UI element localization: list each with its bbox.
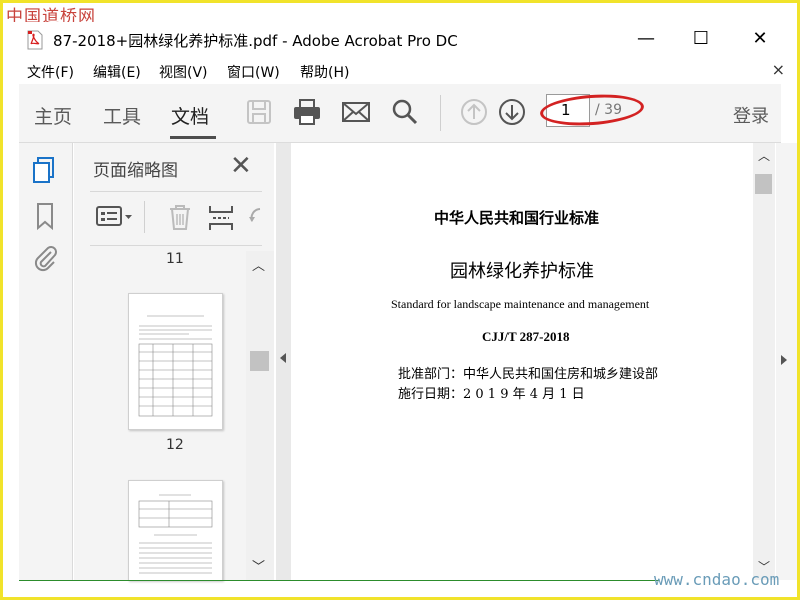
doc-effective-date: 施行日期：2 0 1 9 年 4 月 1 日 xyxy=(398,387,585,402)
main-toolbar: 主页 工具 文档 1 / 39 登录 xyxy=(19,84,781,143)
bookmark-icon[interactable] xyxy=(31,201,59,231)
panel-title: 页面缩略图 xyxy=(93,161,178,181)
page-up-icon[interactable] xyxy=(458,96,490,128)
tab-document[interactable]: 文档 xyxy=(171,102,209,129)
menu-file[interactable]: 文件(F) xyxy=(27,62,74,82)
doc-title: 园林绿化养护标准 xyxy=(450,261,594,282)
print-icon[interactable] xyxy=(291,96,323,128)
menu-help[interactable]: 帮助(H) xyxy=(300,62,349,82)
scroll-up-arrow-icon[interactable]: ︿ xyxy=(252,255,265,274)
thumbnail-scrollbar[interactable]: ︿ ﹀ xyxy=(246,251,274,580)
doc-english-title: Standard for landscape maintenance and m… xyxy=(391,297,650,311)
page-down-icon[interactable] xyxy=(496,96,528,128)
panel-collapse-bar[interactable] xyxy=(276,143,291,580)
close-window-button[interactable]: ✕ xyxy=(746,28,774,50)
thumbnail-page-13[interactable] xyxy=(128,480,223,581)
menu-window[interactable]: 窗口(W) xyxy=(227,62,280,82)
minimize-button[interactable]: — xyxy=(632,28,660,50)
title-bar: 87-2018+园林绿化养护标准.pdf - Adobe Acrobat Pro… xyxy=(3,22,797,58)
thumbnail-label-12: 12 xyxy=(166,437,184,453)
menu-edit[interactable]: 编辑(E) xyxy=(93,62,141,82)
right-pane-toggle[interactable] xyxy=(776,143,797,580)
menu-bar: 文件(F) 编辑(E) 视图(V) 窗口(W) 帮助(H) × xyxy=(3,58,797,84)
thumbnail-page-13-content xyxy=(138,494,213,574)
menu-view[interactable]: 视图(V) xyxy=(159,62,208,82)
close-document-button[interactable]: × xyxy=(772,60,785,79)
thumbnail-scroll-thumb[interactable] xyxy=(250,351,269,371)
collapse-left-icon[interactable] xyxy=(280,353,286,363)
doc-header: 中华人民共和国行业标准 xyxy=(434,209,600,227)
attachment-icon[interactable] xyxy=(31,243,59,273)
toolbar-separator xyxy=(440,95,441,131)
login-button[interactable]: 登录 xyxy=(733,102,769,128)
page-insert-icon[interactable] xyxy=(207,203,235,233)
document-scroll-thumb[interactable] xyxy=(755,174,772,194)
panel-divider-top xyxy=(90,191,262,192)
thumbnail-panel: 页面缩略图 ✕ 11 12 ︿ ﹀ xyxy=(74,143,274,581)
window-title: 87-2018+园林绿化养护标准.pdf - Adobe Acrobat Pro… xyxy=(53,32,458,50)
rotate-icon[interactable] xyxy=(246,203,262,233)
panel-toolbar-separator xyxy=(144,201,145,233)
thumbnail-page-12[interactable] xyxy=(128,293,223,430)
expand-right-pane-icon[interactable] xyxy=(781,355,787,365)
search-icon[interactable] xyxy=(389,96,421,128)
doc-standard-code: CJJ/T 287-2018 xyxy=(482,329,570,344)
active-tab-indicator xyxy=(170,136,216,139)
maximize-button[interactable]: ☐ xyxy=(687,28,715,50)
page-thumbnails-icon[interactable] xyxy=(31,155,59,185)
save-icon[interactable] xyxy=(243,96,275,128)
document-scrollbar[interactable]: ︿ ﹀ xyxy=(753,143,775,580)
panel-divider-bottom xyxy=(90,245,262,246)
watermark-bottom: www.cndao.com xyxy=(654,570,780,589)
doc-approval-department: 批准部门：中华人民共和国住房和城乡建设部 xyxy=(398,367,659,382)
left-navigation-rail xyxy=(19,143,73,580)
panel-close-button[interactable]: ✕ xyxy=(230,151,252,181)
options-menu-icon[interactable] xyxy=(96,203,134,231)
pdf-file-icon xyxy=(27,30,43,50)
tab-home[interactable]: 主页 xyxy=(34,102,72,129)
tab-tools[interactable]: 工具 xyxy=(103,102,141,129)
thumbnail-label-11: 11 xyxy=(166,251,184,267)
delete-icon[interactable] xyxy=(166,203,194,233)
email-icon[interactable] xyxy=(340,96,372,128)
doc-scroll-up-icon[interactable]: ︿ xyxy=(758,147,770,164)
document-view[interactable]: 中华人民共和国行业标准 园林绿化养护标准 Standard for landsc… xyxy=(292,143,753,580)
scroll-down-arrow-icon[interactable]: ﹀ xyxy=(252,556,265,575)
bottom-accent-line xyxy=(19,580,659,581)
thumbnail-page-12-content xyxy=(138,315,213,417)
